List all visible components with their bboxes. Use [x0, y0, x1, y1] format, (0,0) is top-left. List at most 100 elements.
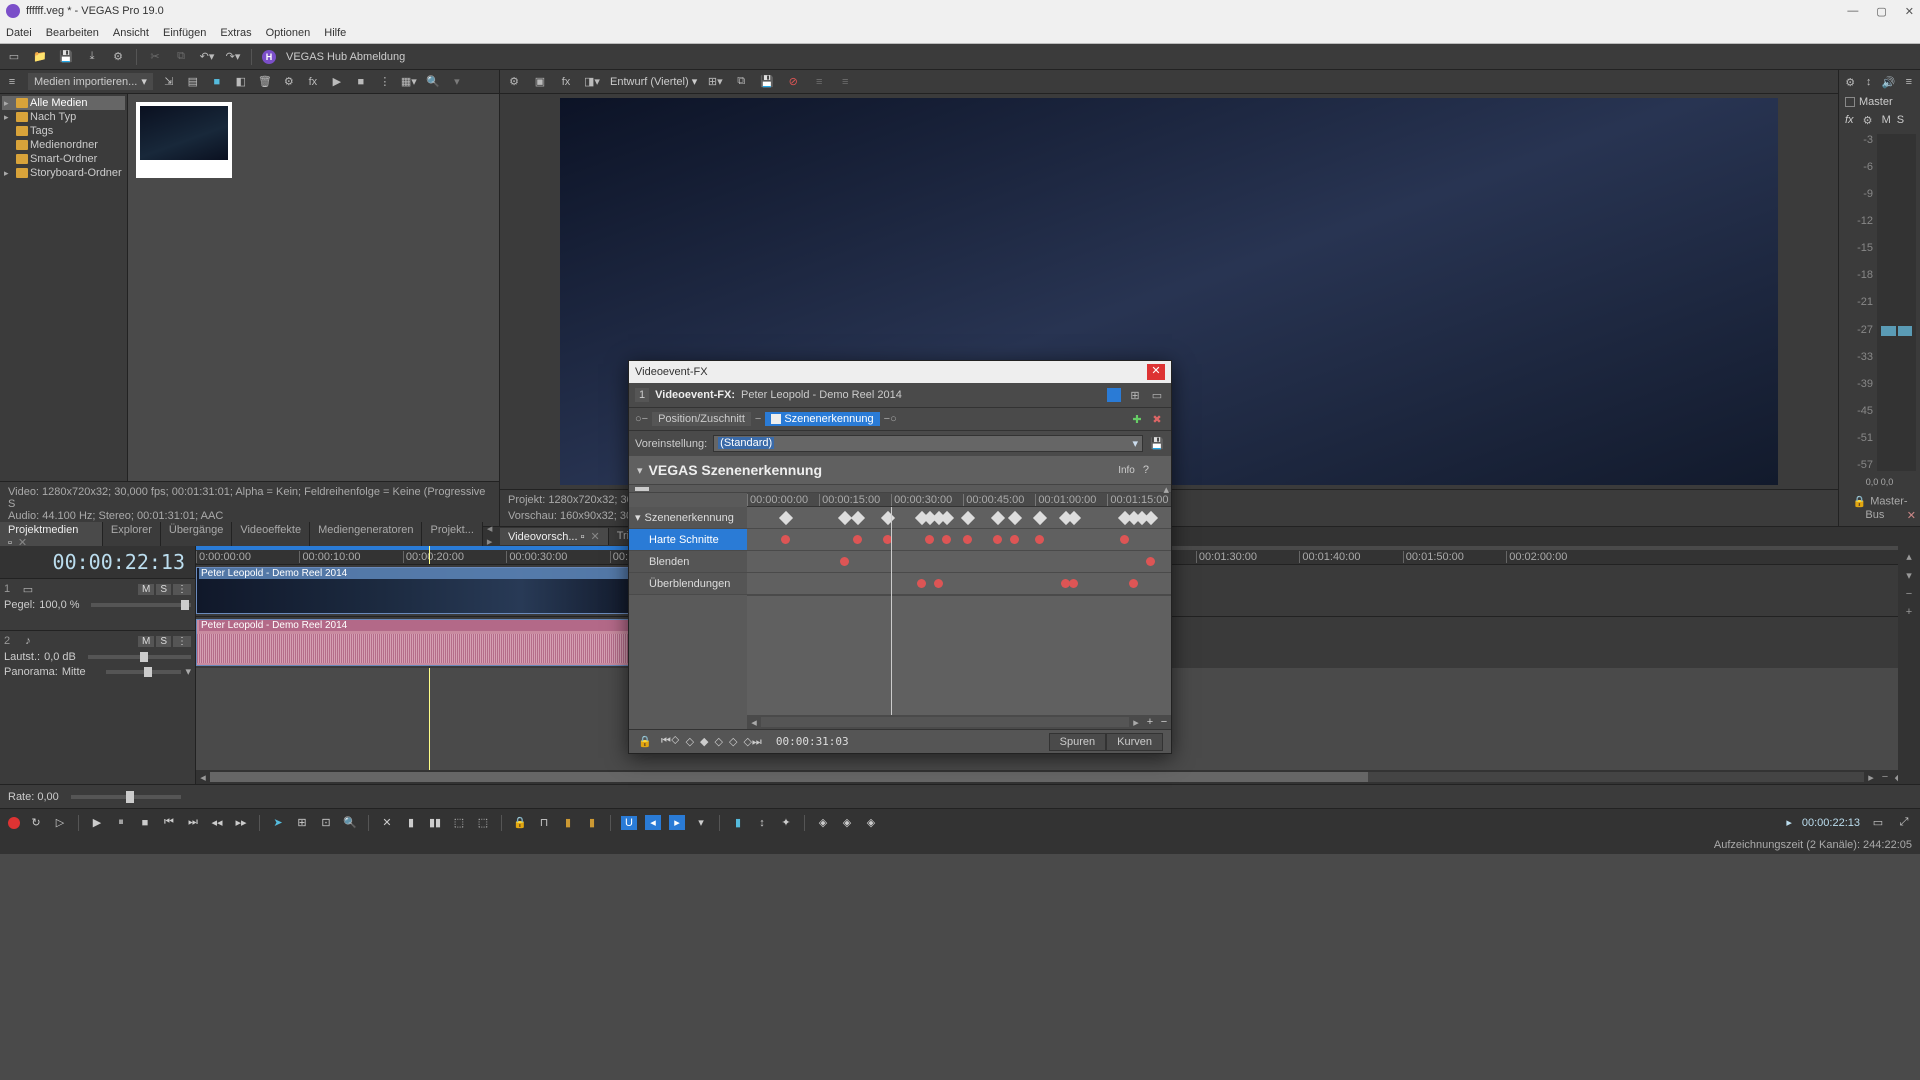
tc-tool-icon[interactable]: ▭ — [1870, 816, 1886, 829]
redo-icon[interactable]: ↷▾ — [225, 49, 241, 65]
track-mute-button[interactable]: M — [138, 584, 154, 595]
menu-bearbeiten[interactable]: Bearbeiten — [46, 27, 99, 39]
keyframe-marker[interactable] — [1010, 535, 1019, 544]
kf-scrollbar[interactable]: ◂ ▸ + − — [747, 715, 1171, 729]
open-icon[interactable]: 📁 — [32, 49, 48, 65]
keyframe-marker[interactable] — [1146, 557, 1155, 566]
fx-chain-item[interactable]: Position/Zuschnitt — [652, 412, 751, 426]
keyframe-marker[interactable] — [925, 535, 934, 544]
keyframe-marker[interactable] — [840, 557, 849, 566]
zoom-out-icon[interactable]: − — [1878, 771, 1892, 783]
kf-lock-icon[interactable]: 🔒 — [637, 734, 653, 750]
preview-save-icon[interactable]: 💾 — [759, 74, 775, 90]
media-tool-icon[interactable]: ▤ — [185, 74, 201, 90]
remove-fx-icon[interactable]: ✖ — [1149, 411, 1165, 427]
preset-dropdown[interactable]: (Standard)▾ — [713, 435, 1143, 452]
master-close-icon[interactable]: ✕ — [1907, 509, 1916, 522]
preview-tool-icon[interactable]: ≡ — [811, 74, 827, 90]
master-settings-icon[interactable]: ⚙ — [1845, 74, 1855, 90]
media-play-icon[interactable]: ▶ — [329, 74, 345, 90]
expand-icon[interactable]: ▾ — [635, 511, 641, 524]
normal-edit-icon[interactable]: ➤ — [270, 816, 286, 829]
preview-disable-icon[interactable]: ⊘ — [785, 74, 801, 90]
tool-icon[interactable]: ▮▮ — [427, 816, 443, 829]
kf-row[interactable]: Harte Schnitte — [629, 529, 1171, 551]
marker-icon[interactable]: ▮ — [560, 816, 576, 829]
kf-scroll-right-icon[interactable]: ▸ — [1129, 716, 1143, 729]
tree-node-tags[interactable]: Tags — [2, 124, 125, 138]
timeline-scrollbar[interactable]: ◂ ▸ − ◆ + — [196, 770, 1920, 784]
track-icon[interactable]: ▭ — [20, 581, 36, 597]
keyframe-diamond[interactable] — [1067, 511, 1081, 525]
vzoom-down-icon[interactable]: ▾ — [1906, 569, 1912, 582]
render-icon[interactable]: ⤓ — [84, 49, 100, 65]
tool-icon[interactable]: ⊡ — [318, 816, 334, 829]
track-mute-button[interactable]: M — [138, 636, 154, 647]
keyframe-marker[interactable] — [1035, 535, 1044, 544]
cut-icon[interactable]: ✂ — [147, 49, 163, 65]
tree-node-alle-medien[interactable]: ▸Alle Medien — [2, 96, 125, 110]
media-tool-icon[interactable]: ◧ — [233, 74, 249, 90]
track-header-1[interactable]: 1 ▭ M S ⋮ Pegel: 100,0 % — [0, 578, 195, 630]
tool-icon[interactable]: ▮ — [730, 816, 746, 829]
marker-icon[interactable]: ▮ — [584, 816, 600, 829]
keyframe-diamond[interactable] — [851, 511, 865, 525]
media-tool-icon[interactable]: ⇲ — [161, 74, 177, 90]
properties-icon[interactable]: ⚙ — [110, 49, 126, 65]
kf-lane[interactable] — [747, 529, 1171, 550]
fx-enable-checkbox[interactable] — [771, 414, 781, 424]
kf-del-icon[interactable]: ◇ — [715, 735, 723, 749]
go-end-icon[interactable]: ⏭ — [185, 816, 201, 829]
tool-icon[interactable]: ✦ — [778, 816, 794, 829]
preview-settings-icon[interactable]: ⚙ — [506, 74, 522, 90]
pause-icon[interactable]: ⏸ — [113, 816, 129, 829]
master-mute-button[interactable]: M — [1882, 114, 1891, 126]
kf-first-icon[interactable]: ⏮◇ — [661, 735, 680, 749]
menu-optionen[interactable]: Optionen — [266, 27, 311, 39]
search-icon[interactable]: 🔍 — [425, 74, 441, 90]
kf-row-label[interactable]: Blenden — [629, 551, 747, 572]
rate-slider[interactable] — [71, 795, 181, 799]
track-more-icon[interactable]: ⋮ — [173, 584, 191, 595]
save-icon[interactable]: 💾 — [58, 49, 74, 65]
tab-videovorschau[interactable]: Videovorsch... ▫✕ — [500, 528, 609, 545]
kf-row[interactable]: Überblendungen — [629, 573, 1171, 595]
snap-icon[interactable]: ⊓ — [536, 816, 552, 829]
tool-icon[interactable]: ▸ — [669, 815, 685, 830]
fx-chain-item-active[interactable]: Szenenerkennung — [765, 412, 879, 426]
copy-icon[interactable]: ⧉ — [173, 49, 189, 65]
keyframe-marker[interactable] — [934, 579, 943, 588]
kf-lane[interactable] — [747, 507, 1171, 528]
pan-slider[interactable] — [106, 670, 182, 674]
next-frame-icon[interactable]: ▸▸ — [233, 816, 249, 829]
track-more-icon[interactable]: ⋮ — [173, 636, 191, 647]
preview-fx-icon[interactable]: fx — [558, 74, 574, 90]
keyframe-diamond[interactable] — [961, 511, 975, 525]
kf-row[interactable]: Blenden — [629, 551, 1171, 573]
kf-row-label[interactable]: ▾Szenenerkennung — [629, 507, 747, 528]
kf-row-label[interactable]: Harte Schnitte — [629, 529, 747, 550]
keyframe-marker[interactable] — [993, 535, 1002, 544]
tree-node-medienordner[interactable]: Medienordner — [2, 138, 125, 152]
media-menu-icon[interactable]: ≡ — [4, 74, 20, 90]
kf-zoom-in-icon[interactable]: + — [1143, 716, 1157, 728]
keyframe-marker[interactable] — [1120, 535, 1129, 544]
media-tool-icon[interactable]: ⋮ — [377, 74, 393, 90]
kf-last-icon[interactable]: ◇⏭ — [743, 735, 761, 749]
stop-icon[interactable]: ■ — [137, 817, 153, 829]
hub-label[interactable]: VEGAS Hub Abmeldung — [286, 51, 405, 63]
new-icon[interactable]: ▭ — [6, 49, 22, 65]
lock-icon[interactable]: 🔒 — [512, 816, 528, 829]
keyframe-marker[interactable] — [963, 535, 972, 544]
master-solo-button[interactable]: S — [1897, 114, 1904, 126]
vzoom-minus-icon[interactable]: − — [1906, 588, 1912, 600]
tool-icon[interactable]: ▮ — [403, 816, 419, 829]
kf-playhead[interactable] — [891, 507, 892, 715]
keyframe-diamond[interactable] — [991, 511, 1005, 525]
record-button[interactable] — [8, 817, 20, 829]
tool-icon[interactable]: ⬚ — [451, 816, 467, 829]
loop-icon[interactable]: ↻ — [28, 816, 44, 829]
keyframe-diamond[interactable] — [779, 511, 793, 525]
media-view-icon[interactable]: ▦▾ — [401, 74, 417, 90]
keyframe-diamond[interactable] — [881, 511, 895, 525]
